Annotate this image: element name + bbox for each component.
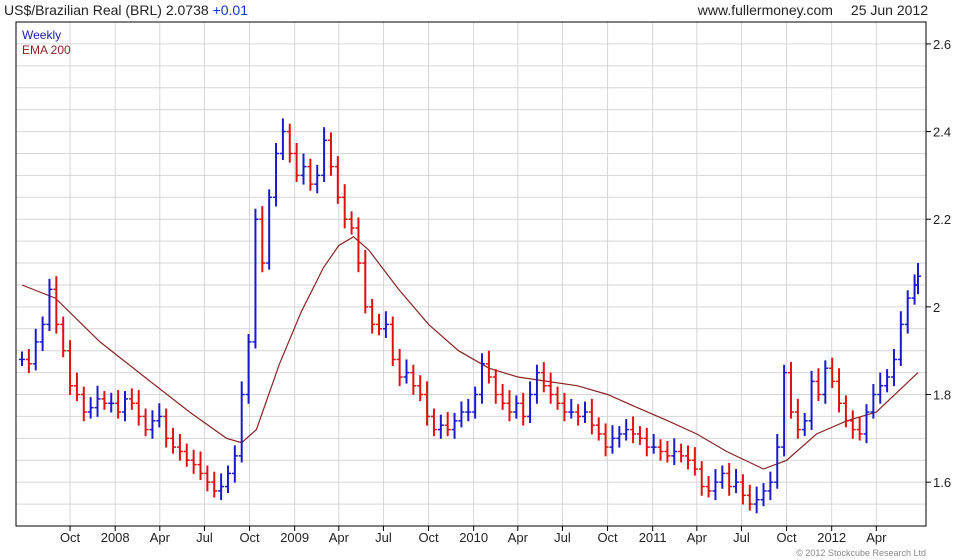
y-tick-label: 2.4 <box>933 125 951 140</box>
x-tick-label: 2009 <box>280 530 309 545</box>
y-tick-label: 1.8 <box>933 388 951 403</box>
plot-frame <box>15 21 927 527</box>
x-tick-label: Apr <box>150 530 171 545</box>
x-tick-label: Apr <box>866 530 887 545</box>
x-tick-label: 2008 <box>101 530 130 545</box>
price-chart: 1.6 1.8 2 2.2 2.4 2.6 Oct 2008 Apr Jul Oct 2009 Apr… <box>15 21 951 545</box>
y-tick-label: 2.6 <box>933 37 951 52</box>
x-tick-label: Jul <box>554 530 571 545</box>
x-tick-label: Oct <box>239 530 260 545</box>
chart-legend: Weekly EMA 200 <box>22 28 71 58</box>
x-tick-label: Apr <box>687 530 708 545</box>
x-tick-label: 2011 <box>639 530 667 545</box>
y-axis: 1.6 1.8 2 2.2 2.4 2.6 <box>926 37 951 490</box>
x-tick-label: Apr <box>329 530 350 545</box>
x-tick-label: Jul <box>733 530 750 545</box>
x-tick-label: Jul <box>375 530 392 545</box>
x-tick-label: Oct <box>776 530 797 545</box>
legend-ema: EMA 200 <box>22 43 71 57</box>
x-tick-label: Oct <box>597 530 618 545</box>
x-tick-label: Jul <box>196 530 213 545</box>
price-bars-group <box>19 118 921 514</box>
x-tick-label: Apr <box>508 530 529 545</box>
y-tick-label: 2 <box>933 300 940 315</box>
copyright-notice: © 2012 Stockcube Research Ltd <box>796 548 926 558</box>
x-tick-label: 2012 <box>817 530 846 545</box>
legend-weekly: Weekly <box>22 28 62 42</box>
y-tick-label: 1.6 <box>933 475 951 490</box>
chart-grid <box>16 21 926 527</box>
x-tick-label: Oct <box>418 530 439 545</box>
y-tick-label: 2.2 <box>933 212 951 227</box>
x-tick-label: 2010 <box>459 530 488 545</box>
x-tick-label: Oct <box>60 530 81 545</box>
x-axis: Oct 2008 Apr Jul Oct 2009 Apr Jul Oct 2010 Apr Jul O… <box>60 526 887 545</box>
